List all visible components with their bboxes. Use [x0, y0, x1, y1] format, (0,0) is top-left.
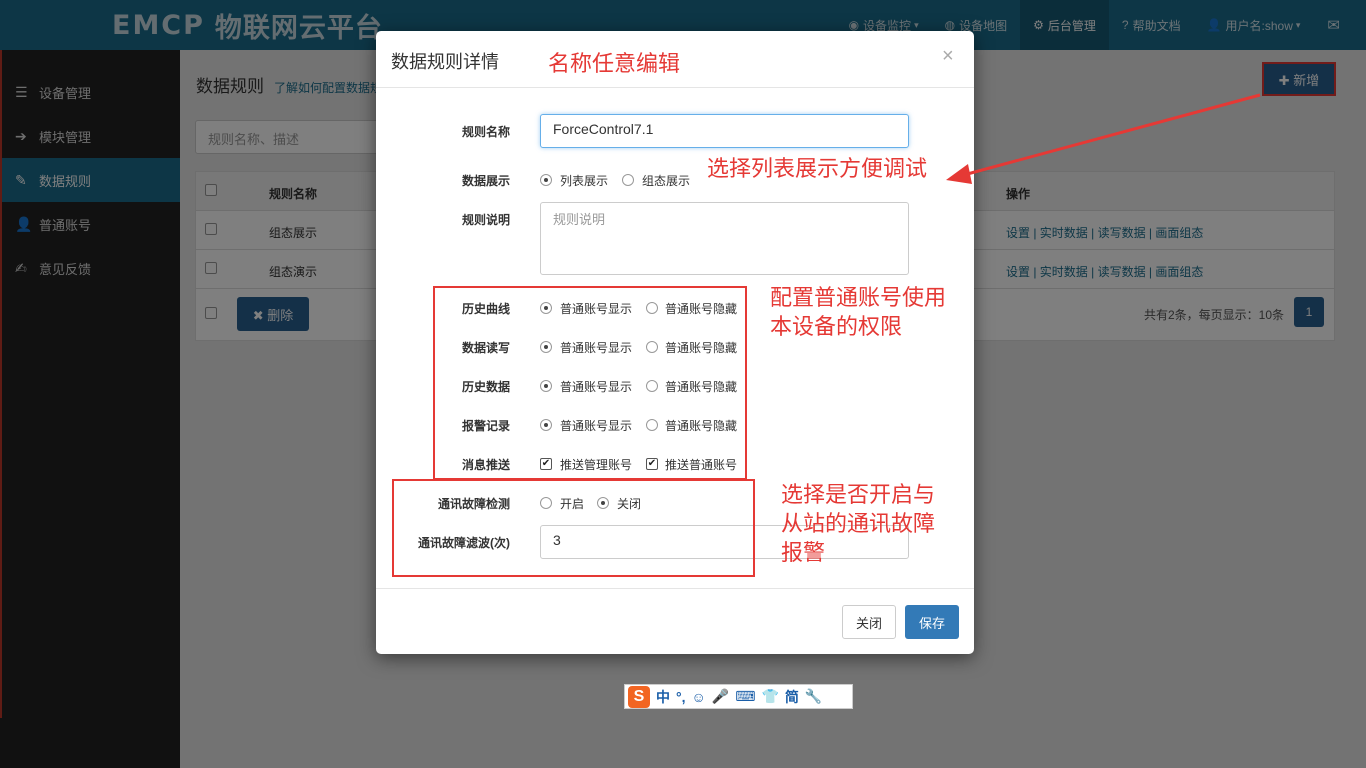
- annotation-arrow: [946, 93, 1261, 184]
- emoji-icon[interactable]: ☺: [692, 689, 706, 705]
- microphone-icon[interactable]: 🎤: [712, 688, 729, 705]
- skin-icon[interactable]: 👕: [761, 688, 778, 705]
- punctuation-icon[interactable]: °,: [676, 689, 686, 705]
- wrench-icon[interactable]: 🔧: [805, 688, 822, 705]
- ime-toolbar: S 中 °, ☺ 🎤 ⌨ 👕 简 🔧: [624, 684, 853, 709]
- ime-simplified[interactable]: 简: [785, 687, 799, 707]
- sogou-logo-icon[interactable]: S: [628, 685, 650, 708]
- keyboard-icon[interactable]: ⌨: [735, 688, 755, 705]
- ime-chinese-mode[interactable]: 中: [656, 687, 670, 707]
